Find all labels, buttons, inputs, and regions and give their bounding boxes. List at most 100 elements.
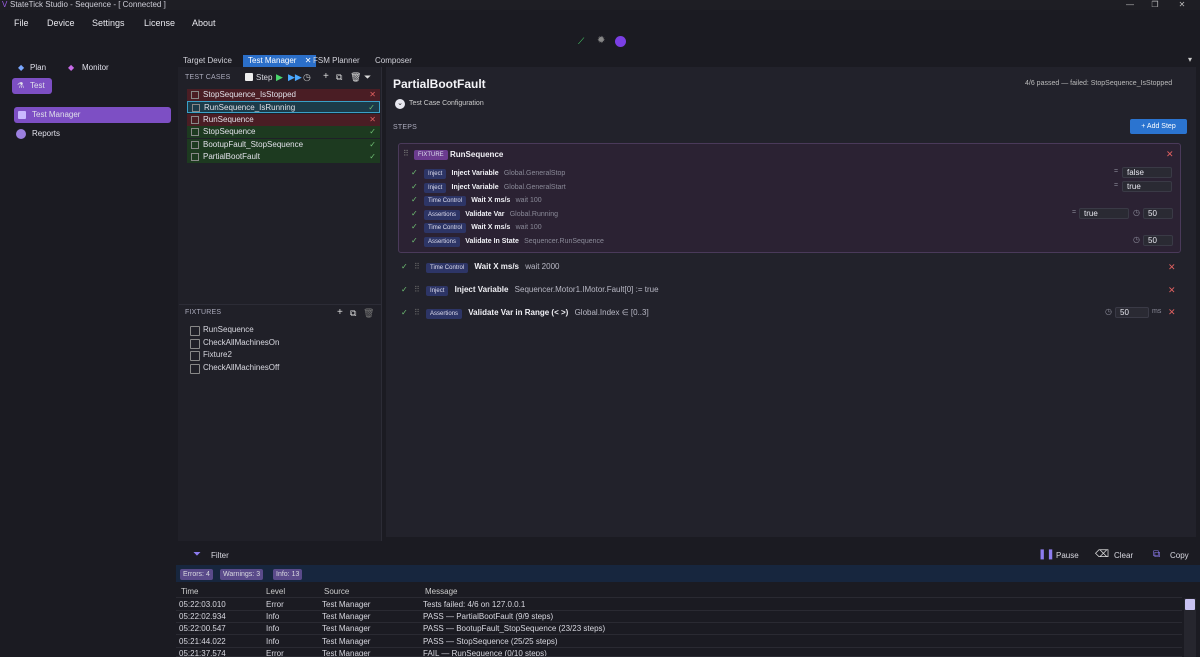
- steps-label: STEPS: [393, 124, 417, 131]
- copy-icon[interactable]: ⧉: [1153, 549, 1160, 560]
- test-case-item[interactable]: PartialBootFault ✓: [187, 151, 380, 163]
- step-tag: Time Control: [423, 223, 467, 233]
- filter-button[interactable]: Filter: [211, 551, 229, 560]
- tab-label: Test Manager: [248, 56, 297, 65]
- delete-fixture-icon[interactable]: 🗑: [363, 308, 374, 319]
- log-scrollbar[interactable]: [1184, 598, 1196, 657]
- remove-step-icon[interactable]: ✕: [1168, 307, 1176, 318]
- log-row[interactable]: 05:21:37.574 Error Test Manager FAIL — R…: [176, 648, 1182, 657]
- step-tag: Inject: [426, 286, 449, 296]
- clear-icon[interactable]: ⌫: [1095, 549, 1109, 560]
- step-name: Wait X ms/s: [471, 197, 511, 204]
- pause-icon[interactable]: ❚❚: [1038, 549, 1055, 560]
- step-row[interactable]: ✓ ⠿ Inject Inject Variable Sequencer.Mot…: [401, 284, 659, 296]
- chevron-down-icon[interactable]: ⌄: [395, 99, 405, 109]
- tab-test-manager[interactable]: Test Manager ✕: [243, 55, 317, 67]
- step-row[interactable]: ✓ ⠿ Assertions Validate Var in Range (< …: [401, 307, 649, 319]
- value-input[interactable]: false: [1122, 167, 1172, 178]
- log-row[interactable]: 05:21:44.022 Info Test Manager PASS — St…: [176, 636, 1182, 648]
- scrollbar-thumb[interactable]: [1185, 599, 1195, 610]
- add-step-button[interactable]: + Add Step: [1130, 119, 1187, 134]
- equals-sign: =: [1072, 209, 1077, 216]
- menu-license[interactable]: License: [144, 18, 175, 28]
- timeout-input[interactable]: 50: [1143, 235, 1173, 246]
- tab-fsm-planner[interactable]: FSM Planner: [308, 55, 365, 67]
- history-icon[interactable]: ◷: [303, 72, 311, 83]
- fixture-item[interactable]: Fixture2: [190, 350, 232, 361]
- fixture-step[interactable]: ✓ Inject Inject Variable Global.GeneralS…: [411, 167, 565, 179]
- fixture-item[interactable]: CheckAllMachinesOn: [190, 338, 279, 349]
- test-case-label: RunSequence_IsRunning: [204, 103, 296, 112]
- tab-target-device[interactable]: Target Device: [178, 55, 237, 67]
- drag-handle-icon[interactable]: ⠿: [414, 285, 420, 294]
- value-input[interactable]: true: [1122, 181, 1172, 192]
- step-checkbox[interactable]: [245, 73, 253, 81]
- test-case-item[interactable]: RunSequence_IsRunning ✓: [187, 101, 380, 113]
- remove-step-icon[interactable]: ✕: [1168, 262, 1176, 273]
- fixture-step[interactable]: ✓ Assertions Validate Var Global.Running: [411, 208, 558, 220]
- fail-icon: ✕: [369, 90, 376, 99]
- drag-handle-icon[interactable]: ⠿: [414, 308, 420, 317]
- fixture-name: RunSequence: [450, 150, 504, 159]
- fixture-step[interactable]: ✓ Time Control Wait X ms/s wait 100: [411, 221, 542, 233]
- menu-about[interactable]: About: [192, 18, 216, 28]
- test-button[interactable]: ⚗ Test: [12, 78, 52, 94]
- nav-item-test-manager[interactable]: Test Manager: [14, 107, 171, 123]
- warnings-badge[interactable]: Warnings: 3: [220, 569, 264, 580]
- duplicate-icon[interactable]: ⧉: [336, 72, 342, 83]
- log-message: PASS — PartialBootFault (9/9 steps): [423, 612, 554, 621]
- tab-overflow-icon[interactable]: ▾: [1188, 55, 1192, 64]
- test-case-item[interactable]: StopSequence_IsStopped ✕: [187, 89, 380, 101]
- fixture-step[interactable]: ✓ Assertions Validate In State Sequencer…: [411, 235, 604, 247]
- check-icon: ✓: [401, 262, 408, 271]
- close-window-button[interactable]: ✕: [1172, 0, 1192, 10]
- monitor-button[interactable]: ◆ Monitor: [64, 60, 124, 76]
- timeout-input[interactable]: 50: [1143, 208, 1173, 219]
- maximize-button[interactable]: ❐: [1145, 0, 1165, 10]
- menu-settings[interactable]: Settings: [92, 18, 125, 28]
- duplicate-fixture-icon[interactable]: ⧉: [350, 308, 356, 319]
- clear-button[interactable]: Clear: [1114, 551, 1133, 560]
- plan-button[interactable]: ◆ Plan: [12, 60, 57, 76]
- minimize-button[interactable]: —: [1120, 0, 1140, 10]
- test-case-item[interactable]: StopSequence ✓: [187, 126, 380, 138]
- errors-badge[interactable]: Errors: 4: [180, 569, 213, 580]
- fixture-item[interactable]: RunSequence: [190, 325, 254, 336]
- filter-icon[interactable]: ⏷: [364, 72, 371, 83]
- timeout-input[interactable]: 50: [1115, 307, 1149, 318]
- fixture-step[interactable]: ✓ Time Control Wait X ms/s wait 100: [411, 194, 542, 206]
- step-label: Step: [256, 73, 273, 82]
- delete-icon[interactable]: 🗑: [350, 72, 361, 83]
- pause-button[interactable]: Pause: [1056, 551, 1079, 560]
- drag-handle-icon[interactable]: ⠿: [403, 149, 409, 158]
- copy-button[interactable]: Copy: [1170, 551, 1189, 560]
- test-case-item[interactable]: RunSequence ✕: [187, 114, 380, 126]
- drag-handle-icon[interactable]: ⠿: [414, 262, 420, 271]
- menu-file[interactable]: File: [14, 18, 29, 28]
- remove-fixture-icon[interactable]: ✕: [1166, 149, 1174, 160]
- fixture-item[interactable]: CheckAllMachinesOff: [190, 363, 279, 374]
- step-row[interactable]: ✓ ⠿ Time Control Wait X ms/s wait 2000: [401, 261, 559, 273]
- add-fixture-icon[interactable]: +: [337, 307, 343, 318]
- test-case-item[interactable]: BootupFault_StopSequence ✓: [187, 139, 380, 151]
- column-header-message: Message: [425, 587, 458, 596]
- run-icon[interactable]: ▶: [276, 72, 283, 83]
- gear-icon[interactable]: ✹: [597, 36, 605, 46]
- value-input[interactable]: true: [1079, 208, 1129, 219]
- log-badge-bar: [176, 565, 1200, 582]
- config-toggle[interactable]: Test Case Configuration: [409, 100, 484, 107]
- add-icon[interactable]: +: [323, 71, 329, 82]
- info-badge[interactable]: Info: 13: [273, 569, 303, 580]
- log-row[interactable]: 05:22:00.547 Info Test Manager PASS — Bo…: [176, 623, 1182, 635]
- log-level: Error: [266, 649, 284, 657]
- remove-step-icon[interactable]: ✕: [1168, 285, 1176, 296]
- plan-label: Plan: [30, 63, 47, 72]
- log-row[interactable]: 05:22:02.934 Info Test Manager PASS — Pa…: [176, 611, 1182, 623]
- fixture-step[interactable]: ✓ Inject Inject Variable Global.GeneralS…: [411, 181, 566, 193]
- nav-item-reports[interactable]: Reports: [14, 126, 171, 142]
- filter-icon[interactable]: ⏷: [193, 549, 201, 560]
- log-row[interactable]: 05:22:03.010 Error Test Manager Tests fa…: [176, 599, 1182, 611]
- tab-composer[interactable]: Composer: [370, 55, 417, 67]
- run-all-icon[interactable]: ▶▶: [288, 72, 302, 83]
- menu-device[interactable]: Device: [47, 18, 75, 28]
